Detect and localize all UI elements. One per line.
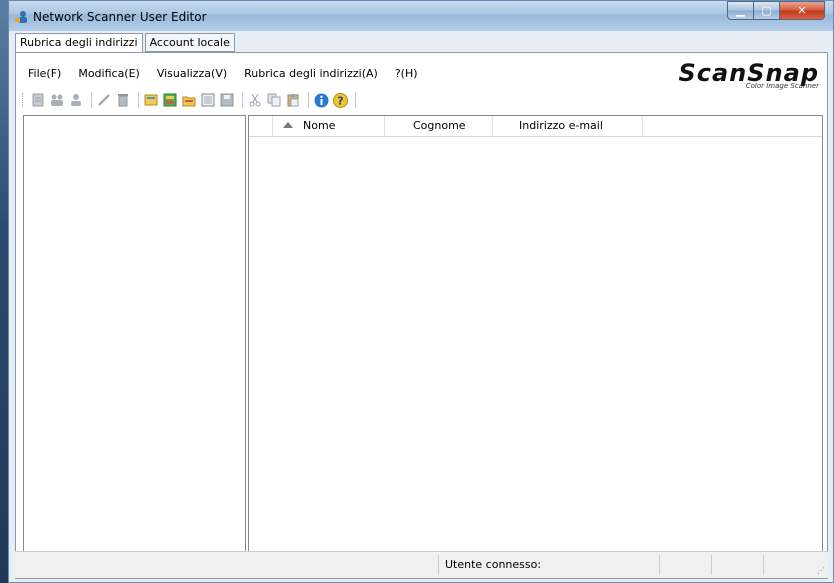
menu-file[interactable]: File(F)	[28, 67, 61, 80]
tree-pane[interactable]	[23, 115, 246, 574]
menu-edit[interactable]: Modifica(E)	[78, 67, 140, 80]
menu-bar: File(F) Modifica(E) Visualizza(V) Rubric…	[28, 67, 435, 80]
svg-text:?: ?	[337, 94, 343, 107]
minimize-button[interactable]: ▁	[727, 1, 754, 20]
maximize-icon: ▢	[761, 4, 772, 17]
close-button[interactable]: ✕	[780, 1, 825, 20]
toolbar-separator	[308, 92, 309, 108]
edit-icon[interactable]	[96, 92, 112, 108]
menu-help[interactable]: ?(H)	[395, 67, 418, 80]
status-connected-user: Utente connesso:	[438, 555, 659, 575]
users-icon[interactable]	[49, 92, 65, 108]
tab-address-book[interactable]: Rubrica degli indirizzi	[15, 33, 143, 53]
group-icon[interactable]	[68, 92, 84, 108]
toolbar-grip[interactable]	[22, 93, 26, 107]
tab-content: File(F) Modifica(E) Visualizza(V) Rubric…	[15, 52, 828, 579]
folder-open-icon[interactable]	[181, 92, 197, 108]
column-label-nome: Nome	[303, 119, 336, 132]
copy-icon[interactable]	[266, 92, 282, 108]
scansnap-logo: ScanSnap Color Image Scanner	[678, 59, 819, 90]
toolbar-separator	[91, 92, 92, 108]
logo-main: ScanSnap	[678, 59, 819, 87]
resize-grip-icon[interactable]: ⋰	[817, 566, 825, 575]
toolbar-separator	[138, 92, 139, 108]
title-bar[interactable]: Network Scanner User Editor ▁ ▢ ✕	[9, 1, 833, 31]
sort-ascending-icon	[283, 122, 293, 128]
toolbar-separator	[242, 92, 243, 108]
close-icon: ✕	[797, 4, 807, 17]
app-icon	[15, 10, 28, 23]
help-icon[interactable]: ?	[332, 92, 348, 108]
toolbar: ?	[22, 90, 360, 110]
window-title: Network Scanner User Editor	[33, 10, 207, 24]
column-header-cognome[interactable]: Cognome	[385, 116, 493, 136]
column-header-email[interactable]: Indirizzo e-mail	[493, 116, 643, 136]
list-header: Nome Cognome Indirizzo e-mail	[249, 116, 822, 137]
minimize-icon: ▁	[736, 4, 745, 17]
status-cell-3	[711, 555, 763, 575]
user-list[interactable]: Nome Cognome Indirizzo e-mail	[248, 115, 823, 574]
delete-icon[interactable]	[115, 92, 131, 108]
menu-view[interactable]: Visualizza(V)	[157, 67, 227, 80]
import-icon[interactable]	[143, 92, 159, 108]
column-header-nome[interactable]: Nome	[273, 116, 385, 136]
cut-icon[interactable]	[247, 92, 263, 108]
info-icon[interactable]	[313, 92, 329, 108]
status-cell-main	[15, 555, 438, 575]
new-user-icon[interactable]	[30, 92, 46, 108]
paste-icon[interactable]	[285, 92, 301, 108]
status-cell-4	[763, 555, 791, 575]
export-icon[interactable]	[200, 92, 216, 108]
maximize-button[interactable]: ▢	[754, 1, 780, 20]
address-book-icon[interactable]	[162, 92, 178, 108]
menu-address-book[interactable]: Rubrica degli indirizzi(A)	[244, 67, 378, 80]
status-bar: Utente connesso: ⋰	[15, 551, 828, 578]
status-cell-2	[659, 555, 711, 575]
tab-strip: Rubrica degli indirizzi Account locale	[15, 33, 237, 53]
app-window: Network Scanner User Editor ▁ ▢ ✕ Rubric…	[8, 0, 834, 583]
save-icon[interactable]	[219, 92, 235, 108]
tab-local-account[interactable]: Account locale	[144, 33, 235, 52]
column-header-blank[interactable]	[249, 116, 273, 136]
toolbar-separator	[355, 92, 356, 108]
